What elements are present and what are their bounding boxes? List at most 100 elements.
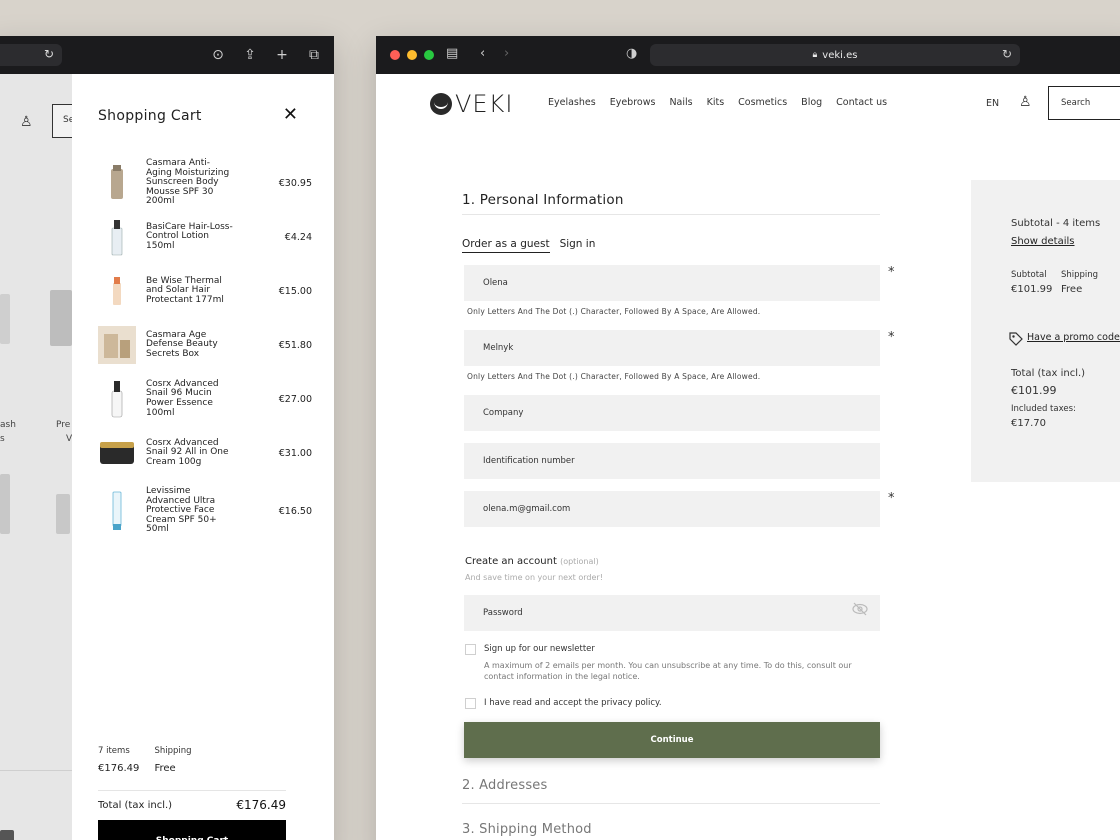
left-browser-toolbar: ↻ ⊙ ⇪ + ⧉ [0, 36, 334, 74]
left-browser-window: ↻ ⊙ ⇪ + ⧉ ♙ Se ash s Pre V Shopping Cart… [0, 36, 334, 840]
cart-item[interactable]: Casmara Anti-Aging Moisturizing Sunscree… [98, 156, 312, 210]
cart-item-price: €51.80 [278, 339, 312, 351]
required-mark: * [888, 491, 895, 506]
background-product-image [0, 830, 14, 840]
minimize-window-button[interactable] [407, 50, 417, 60]
privacy-policy-checkbox[interactable] [465, 698, 476, 709]
summary-taxes-value: €17.70 [1011, 418, 1046, 429]
first-name-hint: Only Letters And The Dot (.) Character, … [467, 307, 761, 316]
site-header: VEKI Eyelashes Eyebrows Nails Kits Cosme… [376, 74, 1120, 132]
shopping-cart-panel: Shopping Cart ✕ Casmara Anti-Aging Moist… [72, 74, 334, 840]
language-selector[interactable]: EN [986, 98, 999, 109]
forward-icon[interactable]: › [504, 46, 509, 62]
show-details-link[interactable]: Show details [1011, 236, 1074, 247]
cart-title: Shopping Cart [98, 108, 202, 124]
cart-items-value: €176.49 [98, 763, 140, 774]
close-window-button[interactable] [390, 50, 400, 60]
email-field[interactable]: olena.m@gmail.com [464, 491, 880, 527]
reload-icon[interactable]: ↻ [1002, 47, 1012, 61]
cart-item[interactable]: BasiCare Hair-Loss-Control Lotion 150ml … [98, 210, 312, 264]
cart-item-price: €31.00 [278, 447, 312, 459]
veki-logo[interactable]: VEKI [430, 90, 513, 118]
download-icon[interactable]: ⊙ [210, 44, 226, 66]
background-product-image [56, 494, 70, 534]
cart-item-name: Levissime Advanced Ultra Protective Face… [146, 486, 217, 535]
cart-item-name: BasiCare Hair-Loss-Control Lotion 150ml [146, 221, 233, 251]
product-image [98, 218, 136, 256]
cart-item[interactable]: Cosrx Advanced Snail 96 Mucin Power Esse… [98, 372, 312, 426]
create-account-title: Create an account (optional) [465, 556, 599, 567]
nav-eyebrows[interactable]: Eyebrows [610, 97, 656, 108]
tab-order-as-guest[interactable]: Order as a guest [462, 238, 550, 253]
cart-item-name: Casmara Age Defense Beauty Secrets Box [146, 329, 218, 359]
cart-items-list: Casmara Anti-Aging Moisturizing Sunscree… [98, 156, 312, 542]
privacy-policy-label: I have read and accept the privacy polic… [484, 698, 662, 708]
last-name-field[interactable]: Melnyk [464, 330, 880, 366]
account-icon[interactable]: ♙ [20, 114, 33, 130]
cart-items-count: 7 items [98, 746, 130, 756]
newsletter-checkbox[interactable] [465, 644, 476, 655]
search-input[interactable]: Search [1048, 86, 1120, 120]
company-field[interactable]: Company [464, 395, 880, 431]
promo-code-link[interactable]: Have a promo code? [1027, 332, 1120, 343]
section-shipping-method-title[interactable]: 3. Shipping Method [462, 822, 592, 837]
product-image [98, 491, 136, 530]
tag-icon [1009, 332, 1023, 349]
eye-off-icon[interactable] [852, 602, 868, 619]
create-account-subtitle: And save time on your next order! [465, 573, 603, 582]
section-addresses-title[interactable]: 2. Addresses [462, 778, 547, 793]
nav-cosmetics[interactable]: Cosmetics [738, 97, 787, 108]
shield-icon[interactable]: ◑ [626, 46, 637, 62]
cart-item-name: Be Wise Thermal and Solar Hair Protectan… [146, 275, 224, 305]
product-image [98, 272, 136, 310]
right-browser-window: ▤ ‹ › ◑ 🔒︎ veki.es ↻ VEKI Eyelashes Eyeb… [376, 36, 1120, 840]
section-divider [462, 214, 880, 215]
account-icon[interactable]: ♙ [1019, 94, 1032, 110]
shopping-cart-button[interactable]: Shopping Cart [98, 820, 286, 840]
url-text: veki.es [822, 49, 858, 61]
continue-button[interactable]: Continue [464, 722, 880, 758]
identification-number-field[interactable]: Identification number [464, 443, 880, 479]
summary-shipping-label: Shipping [1061, 270, 1099, 280]
close-icon[interactable]: ✕ [283, 104, 298, 125]
right-browser-toolbar: ▤ ‹ › ◑ 🔒︎ veki.es ↻ [376, 36, 1120, 74]
summary-shipping-value: Free [1061, 284, 1083, 295]
last-name-hint: Only Letters And The Dot (.) Character, … [467, 372, 761, 381]
cart-total-label: Total (tax incl.) [98, 800, 173, 811]
cart-divider [98, 790, 286, 791]
nav-eyelashes[interactable]: Eyelashes [548, 97, 596, 108]
cart-item-price: €16.50 [278, 505, 312, 517]
url-bar[interactable]: 🔒︎ veki.es ↻ [650, 44, 1020, 66]
nav-blog[interactable]: Blog [801, 97, 822, 108]
cart-item-price: €4.24 [284, 231, 312, 243]
newsletter-description: A maximum of 2 emails per month. You can… [484, 661, 852, 681]
nav-nails[interactable]: Nails [669, 97, 692, 108]
first-name-field[interactable]: Olena [464, 265, 880, 301]
share-icon[interactable]: ⇪ [242, 44, 258, 66]
cart-item[interactable]: Cosrx Advanced Snail 92 All in One Cream… [98, 426, 312, 480]
plus-icon[interactable]: + [274, 44, 290, 66]
subtotal-heading: Subtotal - 4 items [1011, 218, 1101, 229]
logo-text: VEKI [455, 90, 514, 118]
product-image [98, 434, 136, 472]
cart-item[interactable]: Be Wise Thermal and Solar Hair Protectan… [98, 264, 312, 318]
nav-kits[interactable]: Kits [707, 97, 725, 108]
cart-item[interactable]: Casmara Age Defense Beauty Secrets Box €… [98, 318, 312, 372]
background-product-label: Pre [56, 420, 71, 430]
summary-total-label: Total (tax incl.) [1011, 368, 1086, 379]
left-page: ♙ Se ash s Pre V Shopping Cart ✕ Casmara… [0, 74, 334, 840]
cart-item[interactable]: Levissime Advanced Ultra Protective Face… [98, 480, 312, 542]
tab-sign-in[interactable]: Sign in [560, 238, 596, 253]
password-field[interactable]: Password [464, 595, 880, 631]
back-icon[interactable]: ‹ [480, 46, 485, 62]
order-summary-panel: Subtotal - 4 items Show details Subtotal… [971, 180, 1120, 482]
zoom-window-button[interactable] [424, 50, 434, 60]
optional-label: (optional) [560, 557, 599, 566]
main-nav: Eyelashes Eyebrows Nails Kits Cosmetics … [548, 97, 887, 108]
sidebar-icon[interactable]: ▤ [446, 46, 458, 62]
eye-logo-icon [430, 93, 452, 115]
nav-contact-us[interactable]: Contact us [836, 97, 887, 108]
reload-icon[interactable]: ↻ [44, 47, 54, 61]
left-url-bar[interactable]: ↻ [0, 44, 62, 66]
tabs-icon[interactable]: ⧉ [306, 44, 322, 66]
